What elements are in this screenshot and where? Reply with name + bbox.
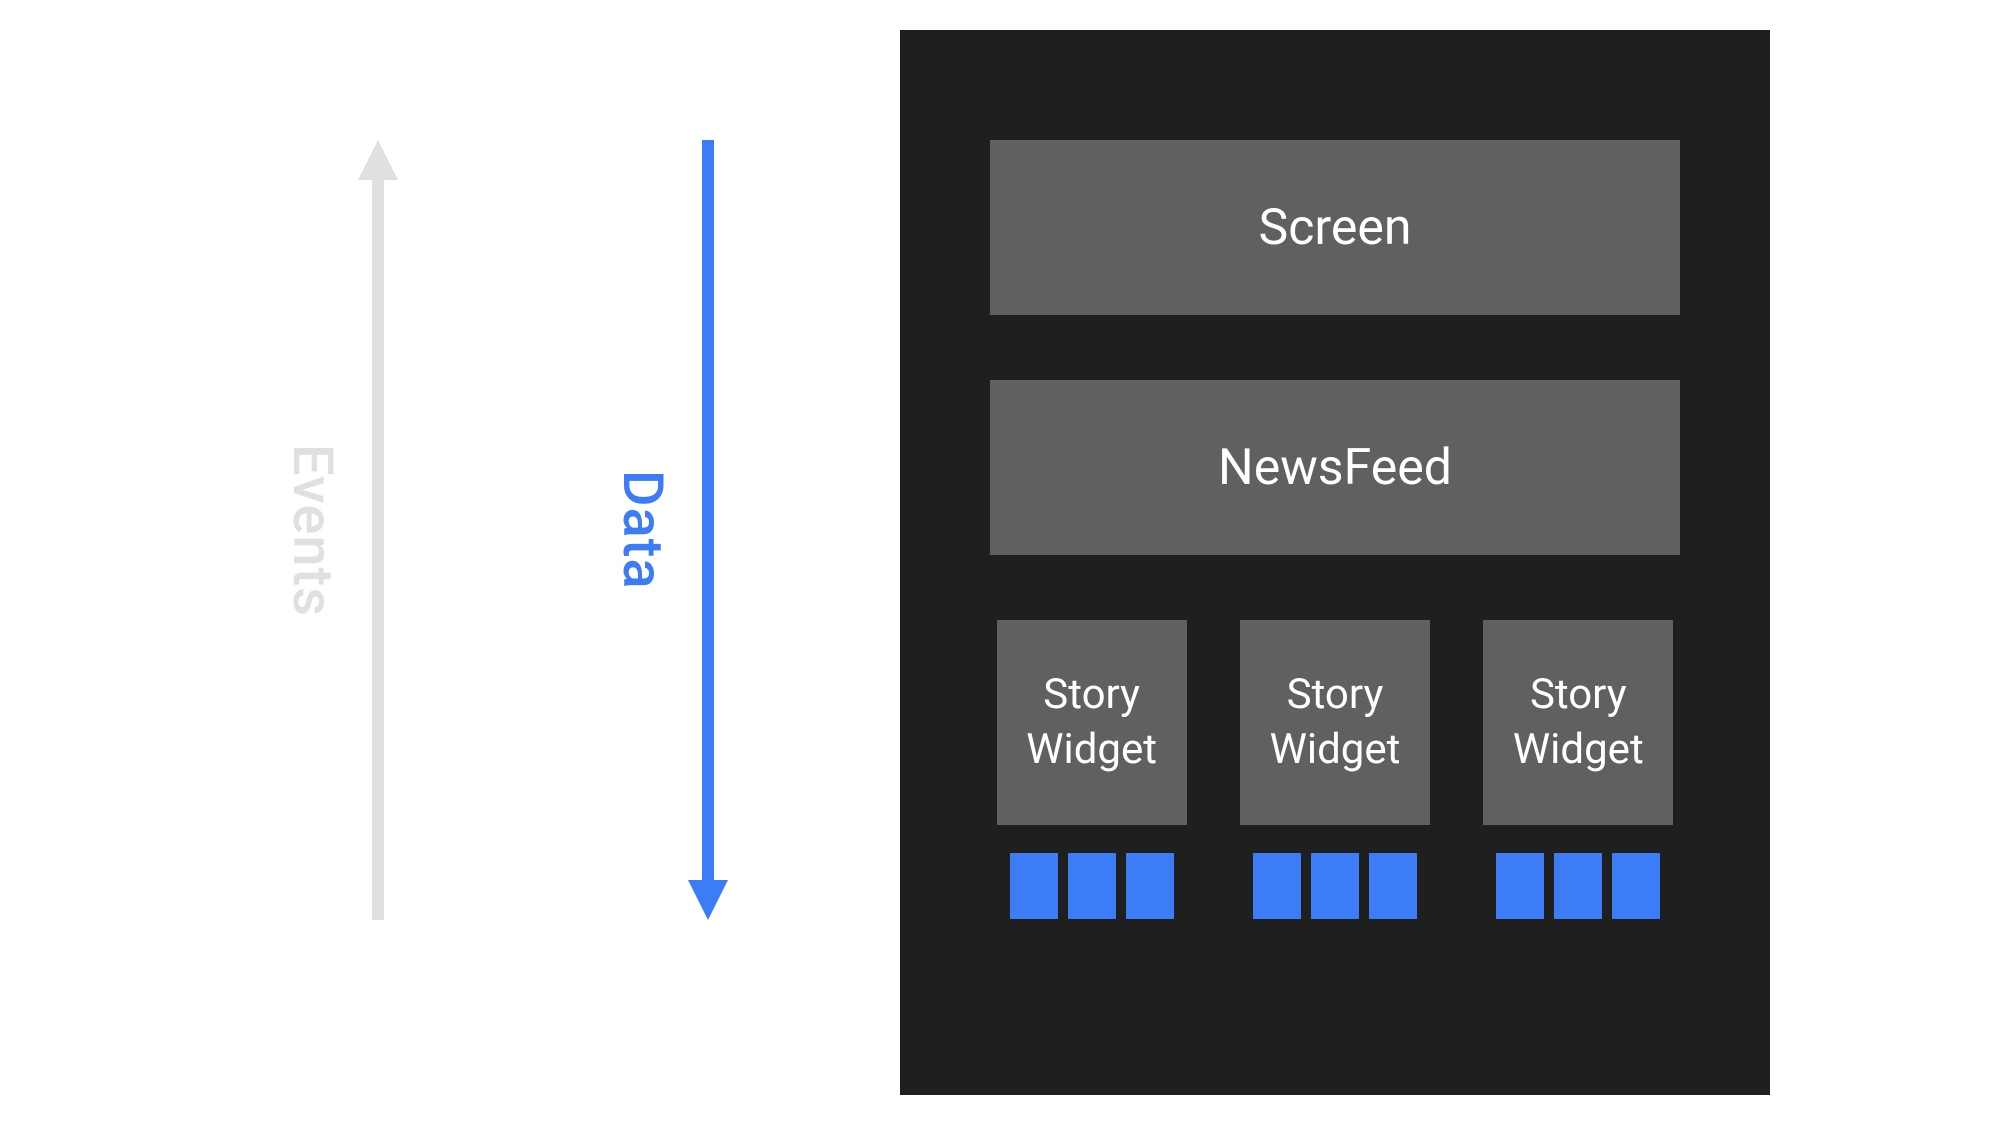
chip	[1068, 853, 1116, 919]
screen-label: Screen	[1259, 199, 1412, 257]
chip	[1496, 853, 1544, 919]
events-arrow-label: Events	[280, 444, 346, 617]
story-widget-label-line2: Widget	[1026, 723, 1157, 778]
arrow-down-icon	[688, 140, 728, 920]
newsfeed-box: NewsFeed	[990, 380, 1680, 555]
widget-column: Story Widget	[990, 620, 1193, 919]
story-widget-box: Story Widget	[1240, 620, 1430, 825]
widget-column: Story Widget	[1477, 620, 1680, 919]
diagram-root: Events Data Screen NewsFeed Story Widget	[30, 30, 1969, 1095]
chip	[1554, 853, 1602, 919]
story-widget-box: Story Widget	[1483, 620, 1673, 825]
events-arrow-group: Events	[280, 140, 398, 920]
chip	[1010, 853, 1058, 919]
story-widget-label-line2: Widget	[1270, 723, 1401, 778]
newsfeed-label: NewsFeed	[1218, 439, 1452, 497]
story-widget-label-line1: Story	[1043, 668, 1140, 723]
widgets-row: Story Widget Story Widget	[990, 620, 1680, 919]
data-arrow-group: Data	[610, 140, 728, 920]
chip	[1253, 853, 1301, 919]
story-widget-label-line1: Story	[1530, 668, 1627, 723]
story-widget-label-line2: Widget	[1513, 723, 1644, 778]
chip	[1612, 853, 1660, 919]
chip-group	[1253, 853, 1417, 919]
widget-column: Story Widget	[1233, 620, 1436, 919]
story-widget-box: Story Widget	[997, 620, 1187, 825]
data-arrow-label: Data	[610, 470, 676, 590]
chip	[1311, 853, 1359, 919]
chip	[1369, 853, 1417, 919]
hierarchy-panel: Screen NewsFeed Story Widget Story	[900, 30, 1770, 1095]
arrows-panel: Events Data	[30, 30, 900, 1095]
chip	[1126, 853, 1174, 919]
arrow-up-icon	[358, 140, 398, 920]
chip-group	[1496, 853, 1660, 919]
screen-box: Screen	[990, 140, 1680, 315]
story-widget-label-line1: Story	[1287, 668, 1384, 723]
chip-group	[1010, 853, 1174, 919]
